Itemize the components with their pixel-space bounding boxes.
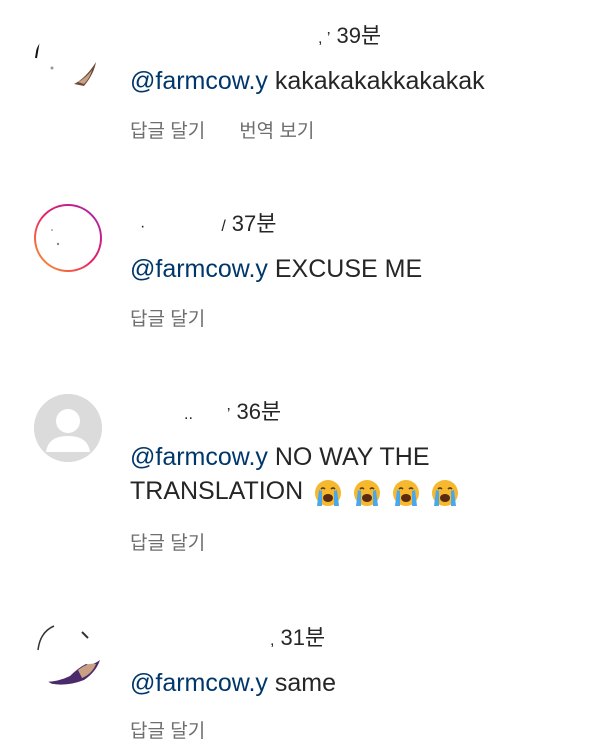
redacted-username: .. [184,406,193,423]
loudly-crying-face-icon [354,479,381,506]
comment-actions: 답글 달기 [130,304,205,331]
comment-timestamp: 37분 [231,211,277,236]
avatar[interactable] [34,394,102,462]
profile-photo-icon [34,28,102,96]
comment-meta: ·/37분 [140,211,277,236]
comment-meta: , ’ 39분 [130,18,381,48]
reply-button[interactable]: 답글 달기 [130,309,205,330]
emoji-group [313,475,462,509]
comment-actions: 답글 달기 번역 보기 [130,116,314,143]
reply-button[interactable]: 답글 달기 [130,121,205,142]
comment-timestamp: 31분 [280,625,326,650]
redacted-username: , [270,632,275,649]
loudly-crying-face-icon [315,479,342,506]
comment-body: EXCUSE ME [274,255,423,283]
comment-meta: ..’ 36분 [184,399,282,424]
comment-body: same [274,669,336,697]
avatar[interactable] [34,28,102,96]
loudly-crying-face-icon [432,479,459,506]
see-translation-button[interactable]: 번역 보기 [239,121,314,142]
reply-button[interactable]: 답글 달기 [130,721,205,742]
story-ring-avatar-icon [34,204,102,272]
comment-text: @farmcow.y NO WAY THE TRANSLATION [130,440,462,509]
comment-body-line2: TRANSLATION [130,477,304,505]
profile-photo-icon [34,620,102,688]
loudly-crying-face-icon [393,479,420,506]
default-user-avatar-icon [34,394,102,462]
comment-text: @farmcow.y same [130,666,336,700]
mention-link[interactable]: @farmcow.y [130,255,268,283]
avatar[interactable] [34,204,102,272]
redacted-username: · [140,218,146,235]
comment-text: @farmcow.y kakakakakkakakak [130,64,485,98]
comment-meta: , 31분 [130,620,325,650]
comment-body: NO WAY THE [274,443,430,471]
reply-button[interactable]: 답글 달기 [130,533,205,554]
mention-link[interactable]: @farmcow.y [130,443,268,471]
avatar[interactable] [34,620,102,688]
mention-link[interactable]: @farmcow.y [130,67,268,95]
comment-text: @farmcow.y EXCUSE ME [130,252,422,286]
mention-link[interactable]: @farmcow.y [130,669,268,697]
comment-actions: 답글 달기 [130,716,205,743]
comment-body: kakakakakkakakak [274,67,485,95]
comment-timestamp: 36분 [236,399,282,424]
redacted-username: , ’ [318,30,331,47]
comment-timestamp: 39분 [336,23,382,48]
comment-actions: 답글 달기 [130,528,205,555]
